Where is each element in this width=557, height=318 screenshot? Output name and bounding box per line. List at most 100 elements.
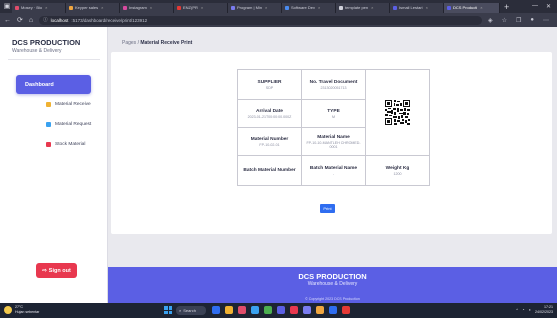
type-value: M	[332, 114, 335, 119]
tab-close-icon[interactable]: ×	[480, 5, 482, 10]
home-icon[interactable]: ⌂	[29, 17, 33, 24]
taskbar-app-icon[interactable]	[225, 306, 233, 314]
weight-label: Weight Kg	[385, 165, 410, 171]
stock-icon	[46, 142, 51, 147]
browser-tab[interactable]: ENZ(PR ×	[174, 2, 228, 13]
tab-label: ENZ(PR	[183, 5, 198, 10]
taskbar-app-icon[interactable]	[238, 306, 246, 314]
tab-label: template pen	[345, 5, 369, 10]
profile-icon[interactable]: ●	[530, 17, 534, 24]
tab-close-icon[interactable]: ×	[426, 5, 428, 10]
material-name-label: Material Name	[317, 134, 350, 140]
sidebar: DCS PRODUCTION Warehouse & Delivery Dash…	[0, 27, 108, 303]
tab-label: Keyper sales	[75, 5, 99, 10]
collections-icon[interactable]: ❐	[516, 17, 521, 24]
breadcrumb-root[interactable]: Pages	[122, 40, 136, 46]
taskbar-app-icon[interactable]	[329, 306, 337, 314]
start-button[interactable]	[164, 306, 172, 314]
taskbar: 27°C Hujan sebentar ⌕ Search ^ ◔ ◖ 17:21…	[0, 303, 557, 318]
tab-close-icon[interactable]: ×	[371, 5, 373, 10]
browser-tab[interactable]: Software Dev ×	[282, 2, 336, 13]
tab-favicon-icon	[339, 5, 343, 10]
taskbar-app-icon[interactable]	[303, 306, 311, 314]
taskbar-apps	[212, 306, 350, 314]
taskbar-search[interactable]: ⌕ Search	[176, 306, 206, 315]
taskbar-app-icon[interactable]	[316, 306, 324, 314]
tab-favicon-icon	[393, 5, 397, 10]
more-icon[interactable]: ⋯	[543, 17, 549, 24]
browser-tab[interactable]: template pen ×	[336, 2, 390, 13]
travel-document-label: No. Travel Document	[309, 79, 358, 85]
weather-desc: Hujan sebentar	[15, 309, 40, 314]
minimize-icon[interactable]: —	[532, 3, 538, 10]
system-tray: ^ ◔ ◖ 17:21 24/02/2023	[516, 305, 553, 314]
material-name-value: FP-10-10-MANTLEH CHROMED-0001	[306, 140, 361, 149]
weather-widget[interactable]: 27°C Hujan sebentar	[4, 305, 39, 314]
taskbar-app-icon[interactable]	[264, 306, 272, 314]
browser-tab[interactable]: Program | Min ×	[228, 2, 282, 13]
tab-close-icon[interactable]: ×	[101, 5, 103, 10]
footer-subtitle: Warehouse & Delivery	[307, 281, 358, 287]
browser-tab[interactable]: Mosey · Bio ×	[12, 2, 66, 13]
browser-tab[interactable]: Keyper sales ×	[66, 2, 120, 13]
url-host: localhost	[50, 17, 69, 23]
sidebar-item-material-request[interactable]: Material Request	[46, 122, 91, 127]
taskbar-app-icon[interactable]	[277, 306, 285, 314]
taskbar-app-icon[interactable]	[212, 306, 220, 314]
receive-icon	[46, 102, 51, 107]
new-tab-button[interactable]: +	[500, 2, 513, 12]
tab-close-icon[interactable]: ×	[45, 5, 47, 10]
taskbar-app-icon[interactable]	[251, 306, 259, 314]
clock[interactable]: 17:21 24/02/2023	[535, 305, 553, 314]
tab-label: Ismail Lestari	[399, 5, 423, 10]
browser-toolbar: ◈ ☆ ❐ ● ⋯	[488, 17, 553, 24]
window-menu-icon[interactable]: ▣	[2, 2, 12, 11]
tab-close-icon[interactable]: ×	[201, 5, 203, 10]
reload-icon[interactable]: ⟳	[17, 16, 23, 24]
sidebar-item-material-receive[interactable]: Material Receive	[46, 102, 91, 107]
sidebar-item-label: Stock Material	[55, 142, 86, 147]
close-window-icon[interactable]: ✕	[546, 3, 551, 10]
sign-out-icon: ⇨	[42, 267, 47, 274]
tab-close-icon[interactable]: ×	[318, 5, 320, 10]
tab-label: DCS Producti	[453, 5, 478, 10]
tab-close-icon[interactable]: ×	[265, 5, 267, 10]
browser-tab[interactable]: DCS Producti ×	[444, 2, 500, 13]
extensions-icon[interactable]: ◈	[488, 17, 493, 24]
wifi-icon[interactable]: ◔	[522, 307, 524, 312]
arrival-date-value: 2023-01-21T00:00:00.000Z	[247, 114, 292, 119]
tab-label: Software Dev	[291, 5, 316, 10]
sidebar-item-stock-material[interactable]: Stock Material	[46, 142, 85, 147]
arrival-date-label: Arrival Date	[256, 108, 283, 114]
weight-cell: Weight Kg 1200	[365, 155, 430, 186]
page-title: Material Receive Print	[140, 40, 193, 46]
sidebar-item-label: Material Receive	[55, 102, 91, 107]
browser-tab[interactable]: Ismail Lestari ×	[390, 2, 444, 13]
tab-favicon-icon	[285, 5, 289, 10]
volume-icon[interactable]: ◖	[529, 307, 531, 312]
sidebar-item-label: Material Request	[55, 122, 92, 127]
qr-cell	[365, 69, 430, 156]
taskbar-app-icon[interactable]	[342, 306, 350, 314]
taskbar-app-icon[interactable]	[290, 306, 298, 314]
tab-close-icon[interactable]: ×	[150, 5, 152, 10]
back-icon[interactable]: ←	[4, 17, 11, 24]
footer: DCS PRODUCTION Warehouse & Delivery © Co…	[108, 267, 557, 303]
tray-chevron-icon[interactable]: ^	[516, 307, 518, 312]
request-icon	[46, 122, 51, 127]
browser-tab[interactable]: Instagram ×	[120, 2, 174, 13]
supplier-value: SDP	[265, 85, 274, 90]
material-number-value: FP-10-02-01	[259, 142, 280, 147]
breadcrumb: Pages / Material Receive Print	[122, 40, 192, 46]
print-button[interactable]: Print	[320, 204, 335, 213]
window-controls: — ✕	[532, 3, 557, 10]
sidebar-item-dashboard[interactable]: Dashboard	[16, 75, 91, 94]
tab-favicon-icon	[447, 5, 451, 10]
url-field[interactable]: ⓘ localhost:5173/dashboard/receive/print…	[39, 15, 482, 25]
site-info-icon[interactable]: ⓘ	[43, 17, 48, 23]
favorites-icon[interactable]: ☆	[502, 17, 507, 24]
material-number-cell: Material Number FP-10-02-01	[237, 127, 302, 156]
tab-favicon-icon	[231, 5, 235, 10]
sign-out-button[interactable]: ⇨ Sign out	[36, 263, 77, 278]
travel-document-cell: No. Travel Document 2313020051713	[301, 69, 366, 100]
